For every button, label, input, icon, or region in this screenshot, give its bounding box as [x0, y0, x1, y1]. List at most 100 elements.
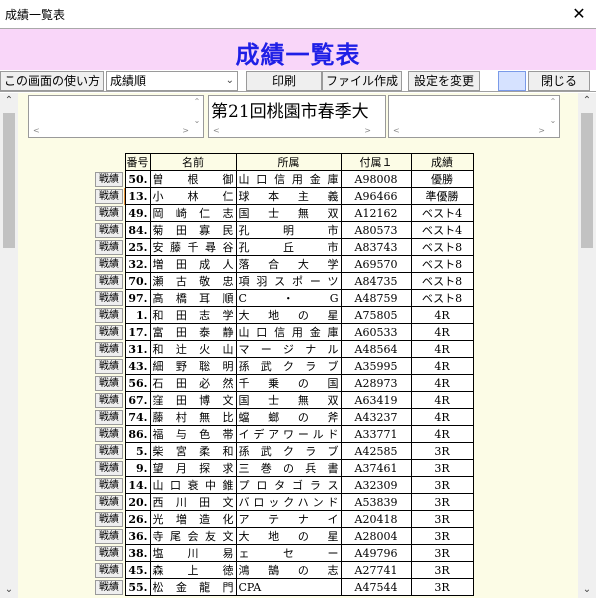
- memo-right-hscroll[interactable]: < >: [391, 126, 557, 136]
- record-button[interactable]: 戦績: [95, 426, 123, 442]
- cell-result: 4R: [410, 408, 474, 426]
- right-scroll-thumb[interactable]: [581, 113, 593, 248]
- create-file-button[interactable]: ファイル作成: [322, 71, 402, 91]
- table-row: 戦績 45. 森上徳 鴻鵠の志 A27741 3R: [95, 561, 474, 579]
- header-blank: [95, 154, 125, 171]
- cell-name: 松金龍門: [149, 578, 237, 596]
- record-button[interactable]: 戦績: [95, 290, 123, 306]
- left-scroll-thumb[interactable]: [3, 113, 15, 248]
- cell-result: 3R: [410, 459, 474, 477]
- record-button[interactable]: 戦績: [95, 477, 123, 493]
- record-button[interactable]: 戦績: [95, 409, 123, 425]
- cell-name: 菊田寡民: [149, 221, 237, 239]
- record-button[interactable]: 戦績: [95, 494, 123, 510]
- page-title: 成績一覧表: [235, 40, 361, 69]
- header-name: 名前: [149, 153, 237, 171]
- record-button[interactable]: 戦績: [95, 187, 125, 205]
- event-title-hscroll[interactable]: < >: [211, 126, 383, 136]
- window-close-icon[interactable]: ✕: [562, 0, 596, 28]
- sort-order-select[interactable]: 成績順 ⌄: [106, 71, 238, 91]
- record-button[interactable]: 戦績: [95, 358, 123, 374]
- record-button[interactable]: 戦績: [95, 562, 123, 578]
- row-button-cell: 戦績: [95, 443, 125, 460]
- memo-left-hscroll[interactable]: < >: [31, 126, 201, 136]
- record-button[interactable]: 戦績: [95, 511, 123, 527]
- help-button[interactable]: この画面の使い方: [0, 71, 104, 91]
- record-button[interactable]: 戦績: [95, 545, 123, 561]
- row-button-cell: 戦績: [95, 494, 125, 511]
- cell-affiliation: バロックハンド: [235, 493, 342, 511]
- toolbar: この画面の使い方 成績順 ⌄ 印刷 ファイル作成 設定を変更 閉じる: [0, 70, 596, 92]
- row-button-cell: 戦績: [95, 187, 125, 205]
- record-button[interactable]: 戦績: [95, 460, 123, 476]
- cell-number: 31.: [124, 340, 151, 358]
- cell-affiliation: 落合大学: [235, 255, 342, 273]
- table-row: 戦績 43. 細野聡明 孫武クラブ A35995 4R: [95, 357, 474, 375]
- right-vscroll[interactable]: ⌃ ⌄: [578, 93, 596, 598]
- event-title-box[interactable]: 第21回桃園市春季大 < >: [208, 95, 386, 138]
- cell-result: ベスト8: [410, 289, 474, 307]
- memo-left-vscroll[interactable]: ⌃ ⌄: [192, 97, 202, 125]
- record-button[interactable]: 戦績: [95, 341, 123, 357]
- cell-name: 山口衰中錐: [149, 476, 237, 494]
- cell-result: 4R: [410, 306, 474, 324]
- memo-right-vscroll[interactable]: ⌃ ⌄: [548, 97, 558, 125]
- header-number: 番号: [124, 153, 151, 171]
- cell-result: ベスト4: [410, 221, 474, 239]
- record-button[interactable]: 戦績: [95, 392, 123, 408]
- window-titlebar: 成績一覧表 ✕: [0, 0, 596, 28]
- record-button[interactable]: 戦績: [95, 239, 123, 255]
- cell-card: A75805: [340, 306, 412, 324]
- cell-result: 4R: [410, 391, 474, 409]
- left-vscroll[interactable]: ⌃ ⌄: [0, 93, 18, 598]
- record-button[interactable]: 戦績: [95, 307, 123, 323]
- cell-number: 67.: [124, 391, 151, 409]
- record-button[interactable]: 戦績: [95, 375, 123, 391]
- record-button[interactable]: 戦績: [95, 222, 123, 238]
- cell-affiliation: 三巻の兵書: [235, 459, 342, 477]
- cell-card: A33771: [340, 425, 412, 443]
- cell-number: 26.: [124, 510, 151, 528]
- cell-result: 3R: [410, 578, 474, 596]
- record-button[interactable]: 戦績: [95, 528, 123, 544]
- row-button-cell: 戦績: [95, 273, 125, 290]
- scroll-down-icon[interactable]: ⌄: [578, 582, 596, 598]
- record-button[interactable]: 戦績: [95, 205, 123, 221]
- record-button[interactable]: 戦績: [95, 171, 123, 187]
- cell-result: 3R: [410, 442, 474, 460]
- cell-number: 9.: [124, 459, 151, 477]
- close-button[interactable]: 閉じる: [528, 71, 590, 91]
- cell-number: 38.: [124, 544, 151, 562]
- cell-result: 3R: [410, 493, 474, 511]
- cell-card: A47544: [340, 578, 412, 596]
- record-button[interactable]: 戦績: [95, 273, 123, 289]
- scroll-up-icon[interactable]: ⌃: [0, 93, 18, 109]
- table-row: 戦績 84. 菊田寡民 孔明市 A80573 ベスト4: [95, 221, 474, 239]
- cell-name: 塩川易: [149, 544, 237, 562]
- scroll-down-icon[interactable]: ⌄: [0, 582, 18, 598]
- focus-indicator: [498, 71, 526, 91]
- row-button-cell: 戦績: [95, 477, 125, 494]
- record-button[interactable]: 戦績: [95, 324, 123, 340]
- print-button[interactable]: 印刷: [246, 71, 322, 91]
- cell-number: 49.: [124, 204, 151, 222]
- cell-name: 増田成人: [149, 255, 237, 273]
- cell-result: 3R: [410, 510, 474, 528]
- cell-number: 74.: [124, 408, 151, 426]
- memo-left[interactable]: ⌃ ⌄ < >: [28, 95, 204, 138]
- table-row: 戦績 67. 窪田博文 国士無双 A63419 4R: [95, 391, 474, 409]
- scroll-up-icon[interactable]: ⌃: [578, 93, 596, 109]
- cell-card: A48759: [340, 289, 412, 307]
- table-row: 戦績 97. 高橋耳順 C・G A48759 ベスト8: [95, 289, 474, 307]
- cell-result: 優勝: [410, 170, 474, 188]
- cell-name: 柴宮柔和: [149, 442, 237, 460]
- record-button[interactable]: 戦績: [95, 256, 123, 272]
- cell-card: A60533: [340, 323, 412, 341]
- memo-right[interactable]: ⌃ ⌄ < >: [388, 95, 560, 138]
- cell-number: 25.: [124, 238, 151, 256]
- record-button[interactable]: 戦績: [95, 443, 123, 459]
- cell-card: A48564: [340, 340, 412, 358]
- change-settings-button[interactable]: 設定を変更: [408, 71, 480, 91]
- record-button[interactable]: 戦績: [95, 579, 123, 595]
- cell-name: 石田必然: [149, 374, 237, 392]
